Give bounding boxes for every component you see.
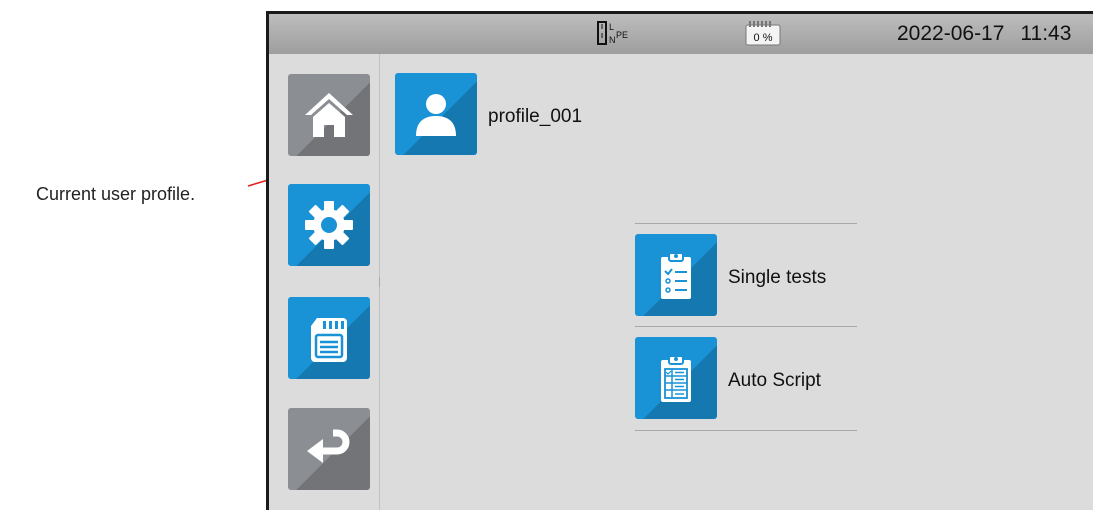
back-button[interactable]: [288, 408, 370, 490]
menu-separator: [635, 326, 857, 327]
device-screen: L N PE 0 % 2022-06-17 11:43 profile_001 …: [266, 11, 1093, 510]
plug-label-l: L: [609, 22, 614, 32]
sidebar-divider-mark: [379, 277, 380, 287]
sd-card-icon: [311, 318, 347, 362]
clipboard-checklist-icon: [661, 252, 691, 299]
sidebar: [269, 54, 380, 510]
user-profile-button[interactable]: [395, 73, 477, 155]
settings-button[interactable]: [288, 184, 370, 266]
single-tests-button[interactable]: [635, 234, 717, 316]
gear-icon: [305, 201, 353, 249]
clipboard-script-icon: [661, 355, 691, 402]
auto-script-button[interactable]: [635, 337, 717, 419]
clock: 2022-06-17 11:43: [897, 22, 1071, 46]
user-icon: [416, 94, 456, 136]
battery-indicator: 0 %: [745, 19, 781, 52]
home-button[interactable]: [288, 74, 370, 156]
single-tests-label: Single tests: [728, 267, 827, 288]
time-text: 11:43: [1020, 22, 1072, 45]
home-icon: [305, 93, 353, 137]
memory-button[interactable]: [288, 297, 370, 379]
menu-separator: [635, 430, 857, 431]
menu-separator: [635, 223, 857, 224]
status-bar: L N PE 0 % 2022-06-17 11:43: [269, 14, 1093, 54]
mains-connection-indicator: L N PE: [597, 19, 647, 52]
battery-percent: 0 %: [753, 32, 773, 44]
date-text: 2022-06-17: [897, 22, 1005, 45]
return-arrow-icon: [307, 429, 350, 463]
auto-script-label: Auto Script: [728, 370, 821, 391]
profile-name: profile_001: [488, 106, 583, 127]
plug-label-n: N: [609, 35, 616, 45]
plug-label-pe: PE: [616, 30, 628, 40]
plug-icon: L N PE: [597, 21, 628, 45]
